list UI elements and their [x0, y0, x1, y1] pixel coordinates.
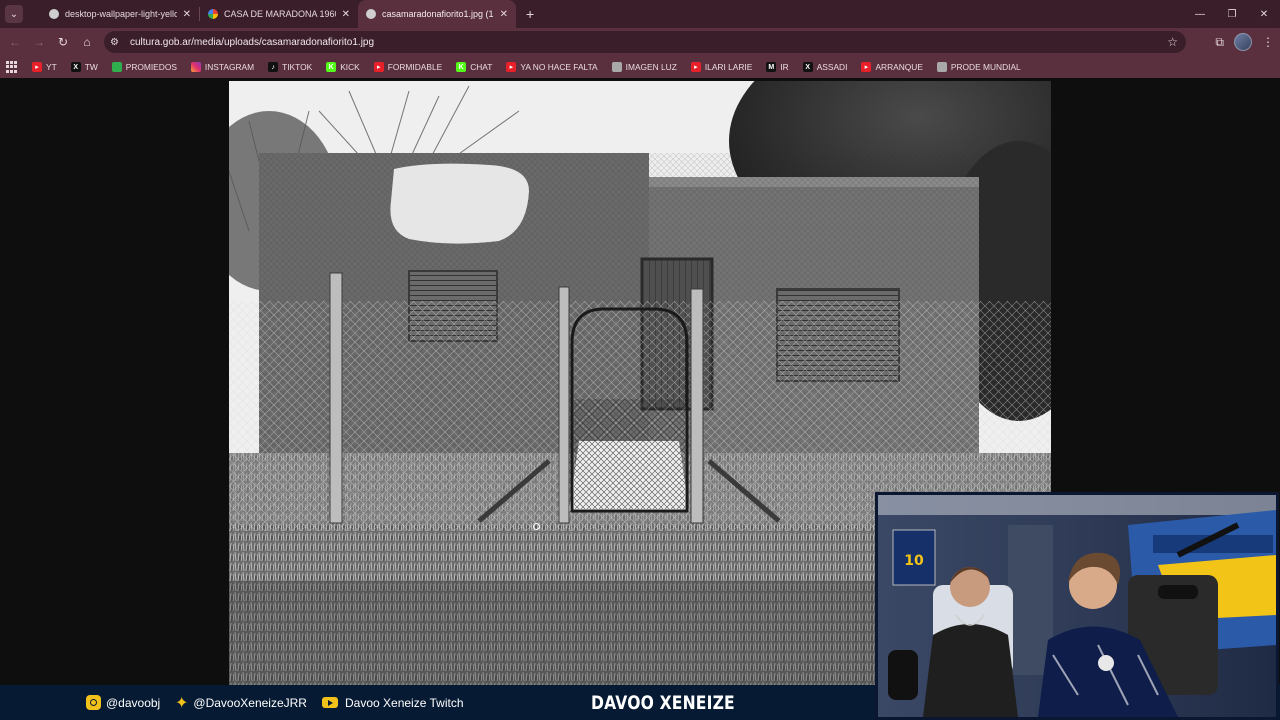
- youtube-icon: ▸: [373, 62, 384, 72]
- google-icon: [208, 9, 218, 19]
- mk-icon: M: [766, 62, 777, 72]
- x-icon: X: [802, 62, 813, 72]
- youtube-icon: ▸: [32, 62, 42, 72]
- bookmark-formidable[interactable]: ▸ FORMIDABLE: [373, 62, 442, 72]
- globe-icon: [366, 9, 376, 19]
- youtube-icon: ▸: [861, 62, 872, 72]
- video-play-icon: [322, 697, 338, 708]
- bookmark-tiktok[interactable]: ♪ TIKTOK: [268, 62, 312, 72]
- streamer-brand: DAVOO XENEIZE: [591, 691, 735, 714]
- tab-title: CASA DE MARADONA 1960 - B: [224, 9, 336, 19]
- bookmark-arranque[interactable]: ▸ ARRANQUE: [861, 62, 923, 72]
- kick-icon: K: [326, 62, 337, 72]
- overlay-twitch: Davoo Xeneize Twitch: [322, 696, 464, 710]
- bookmark-star-icon[interactable]: ☆: [1167, 35, 1178, 49]
- bookmark-assadi[interactable]: X ASSADI: [802, 62, 847, 72]
- x-icon: X: [70, 62, 81, 72]
- bookmark-tw[interactable]: X TW: [70, 62, 98, 72]
- tab-1[interactable]: CASA DE MARADONA 1960 - B ✕: [200, 0, 358, 28]
- bookmark-chat[interactable]: K CHAT: [456, 62, 492, 72]
- close-tab-icon[interactable]: ✕: [342, 9, 350, 20]
- reload-icon[interactable]: ↻: [51, 30, 75, 54]
- globe-icon: [49, 9, 59, 19]
- back-icon[interactable]: ←: [3, 30, 27, 54]
- tiktok-icon: ♪: [268, 62, 279, 72]
- restore-icon[interactable]: ❐: [1216, 0, 1248, 28]
- address-bar[interactable]: ⚙ cultura.gob.ar/media/uploads/casamarad…: [104, 31, 1186, 53]
- twitter-handle: @DavooXeneizeJRR: [193, 695, 307, 710]
- twitch-name: Davoo Xeneize Twitch: [345, 695, 464, 710]
- toolbar: ← → ↻ ⌂ ⚙ cultura.gob.ar/media/uploads/c…: [0, 28, 1280, 56]
- overlay-instagram: @davoobj: [86, 695, 160, 710]
- globe-icon: [936, 62, 947, 72]
- bookmark-kick[interactable]: K KICK: [326, 62, 360, 72]
- instagram-handle: @davoobj: [106, 695, 161, 710]
- bookmark-prode-mundial[interactable]: PRODE MUNDIAL: [936, 62, 1021, 72]
- bookmark-imagen-luz[interactable]: IMAGEN LUZ: [611, 62, 677, 72]
- close-tab-icon[interactable]: ✕: [500, 9, 508, 20]
- youtube-icon: ▸: [506, 62, 517, 72]
- window-controls: — ❐ ✕: [1184, 0, 1280, 28]
- jersey-number: 10: [904, 553, 924, 569]
- tab-0[interactable]: desktop-wallpaper-light-yellow ✕: [41, 0, 199, 28]
- bookmark-ilari-larie[interactable]: ▸ ILARI LARIE: [690, 62, 752, 72]
- close-tab-icon[interactable]: ✕: [183, 9, 191, 20]
- tab-search-icon[interactable]: ⌄: [5, 5, 23, 23]
- youtube-icon: ▸: [690, 62, 701, 72]
- instagram-icon: [86, 695, 101, 710]
- bookmark-promiedos[interactable]: PROMIEDOS: [111, 62, 177, 72]
- bookmark-ir[interactable]: M IR: [766, 62, 789, 72]
- toolbar-actions: ⧉ ⋮: [1215, 28, 1274, 56]
- kick-icon: K: [456, 62, 467, 72]
- home-icon[interactable]: ⌂: [75, 30, 99, 54]
- bookmarks-bar: ▸ YT X TW PROMIEDOS INSTAGRAM ♪ TIKTOK K KIC…: [0, 56, 1280, 78]
- webcam-drawing: 10: [878, 495, 1276, 717]
- webcam-feed: 10: [875, 492, 1279, 720]
- tab-strip: ⌄ desktop-wallpaper-light-yellow ✕ CASA …: [0, 0, 1280, 28]
- tab-title: desktop-wallpaper-light-yellow: [65, 9, 177, 19]
- globe-icon: [611, 62, 622, 72]
- new-tab-button[interactable]: +: [526, 6, 534, 22]
- extensions-icon[interactable]: ⧉: [1215, 35, 1224, 50]
- twitter-bird-icon: ✦: [175, 694, 189, 712]
- apps-grid-icon[interactable]: [6, 61, 18, 73]
- promiedos-icon: [111, 62, 122, 72]
- tab-2-active[interactable]: casamaradonafiorito1.jpg (1920 ✕: [358, 0, 516, 28]
- instagram-icon: [190, 62, 201, 72]
- mouse-cursor: [533, 523, 540, 530]
- address-url: cultura.gob.ar/media/uploads/casamaradon…: [130, 36, 375, 48]
- site-info-icon[interactable]: ⚙: [110, 37, 128, 48]
- bookmark-yt[interactable]: ▸ YT: [32, 62, 57, 72]
- profile-avatar[interactable]: [1234, 33, 1252, 51]
- menu-icon[interactable]: ⋮: [1262, 35, 1274, 49]
- overlay-twitter: ✦ @DavooXeneizeJRR: [175, 693, 307, 713]
- bookmark-ya-no-hace-falta[interactable]: ▸ YA NO HACE FALTA: [506, 62, 598, 72]
- bookmark-instagram[interactable]: INSTAGRAM: [190, 62, 254, 72]
- minimize-icon[interactable]: —: [1184, 0, 1216, 28]
- tab-title: casamaradonafiorito1.jpg (1920: [382, 9, 494, 19]
- forward-icon[interactable]: →: [27, 30, 51, 54]
- close-window-icon[interactable]: ✕: [1248, 0, 1280, 28]
